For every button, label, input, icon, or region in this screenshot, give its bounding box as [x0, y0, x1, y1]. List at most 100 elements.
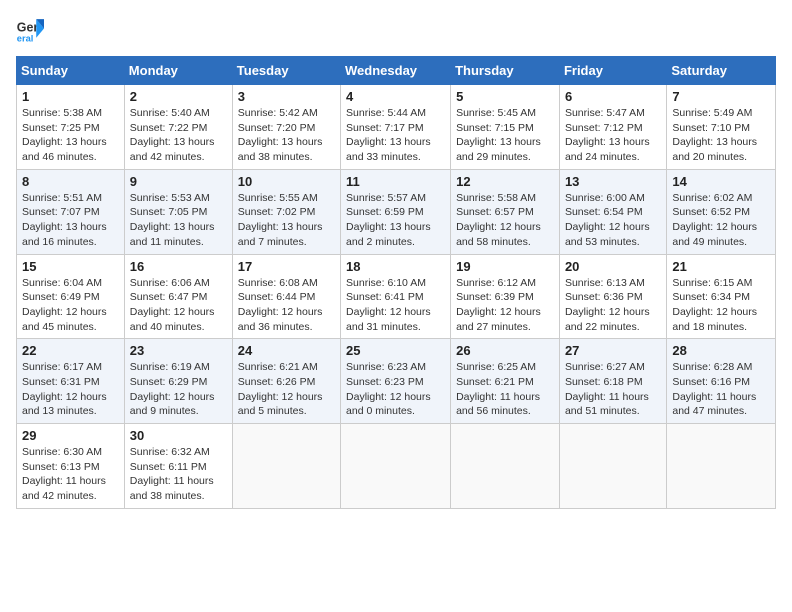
- day-number: 10: [238, 174, 335, 189]
- day-detail: Sunrise: 5:55 AM Sunset: 7:02 PM Dayligh…: [238, 191, 335, 250]
- calendar-cell: 30 Sunrise: 6:32 AM Sunset: 6:11 PM Dayli…: [124, 424, 232, 509]
- calendar-cell: 5 Sunrise: 5:45 AM Sunset: 7:15 PM Daylig…: [451, 85, 560, 170]
- day-number: 4: [346, 89, 445, 104]
- day-number: 13: [565, 174, 661, 189]
- day-number: 24: [238, 343, 335, 358]
- calendar-cell: 20Sunrise: 6:13 AM Sunset: 6:36 PM Dayli…: [559, 254, 666, 339]
- day-number: 2: [130, 89, 227, 104]
- day-detail: Sunrise: 6:30 AM Sunset: 6:13 PM Dayligh…: [22, 445, 119, 504]
- day-detail: Sunrise: 6:23 AM Sunset: 6:23 PM Dayligh…: [346, 360, 445, 419]
- day-number: 5: [456, 89, 554, 104]
- col-header-sunday: Sunday: [17, 57, 125, 85]
- calendar-cell: 14Sunrise: 6:02 AM Sunset: 6:52 PM Dayli…: [667, 169, 776, 254]
- day-detail: Sunrise: 6:04 AM Sunset: 6:49 PM Dayligh…: [22, 276, 119, 335]
- day-number: 16: [130, 259, 227, 274]
- day-number: 6: [565, 89, 661, 104]
- calendar-cell: 22Sunrise: 6:17 AM Sunset: 6:31 PM Dayli…: [17, 339, 125, 424]
- calendar-cell: 2Sunrise: 5:40 AM Sunset: 7:22 PM Daylig…: [124, 85, 232, 170]
- day-number: 28: [672, 343, 770, 358]
- day-detail: Sunrise: 6:08 AM Sunset: 6:44 PM Dayligh…: [238, 276, 335, 335]
- day-detail: Sunrise: 5:58 AM Sunset: 6:57 PM Dayligh…: [456, 191, 554, 250]
- day-number: 29: [22, 428, 119, 443]
- day-detail: Sunrise: 6:32 AM Sunset: 6:11 PM Dayligh…: [130, 445, 227, 504]
- page-header: Gen eral: [16, 16, 776, 44]
- day-number: 15: [22, 259, 119, 274]
- calendar-week-2: 8 Sunrise: 5:51 AM Sunset: 7:07 PM Daylig…: [17, 169, 776, 254]
- day-number: 17: [238, 259, 335, 274]
- day-detail: Sunrise: 5:44 AM Sunset: 7:17 PM Dayligh…: [346, 106, 445, 165]
- calendar-cell: 8 Sunrise: 5:51 AM Sunset: 7:07 PM Daylig…: [17, 169, 125, 254]
- day-detail: Sunrise: 6:21 AM Sunset: 6:26 PM Dayligh…: [238, 360, 335, 419]
- calendar-cell: 23 Sunrise: 6:19 AM Sunset: 6:29 PM Dayli…: [124, 339, 232, 424]
- calendar-cell: 4 Sunrise: 5:44 AM Sunset: 7:17 PM Daylig…: [341, 85, 451, 170]
- calendar-cell: 15 Sunrise: 6:04 AM Sunset: 6:49 PM Dayli…: [17, 254, 125, 339]
- day-number: 11: [346, 174, 445, 189]
- col-header-saturday: Saturday: [667, 57, 776, 85]
- calendar-cell: [232, 424, 340, 509]
- calendar-cell: 11 Sunrise: 5:57 AM Sunset: 6:59 PM Dayli…: [341, 169, 451, 254]
- day-number: 21: [672, 259, 770, 274]
- col-header-monday: Monday: [124, 57, 232, 85]
- day-detail: Sunrise: 5:57 AM Sunset: 6:59 PM Dayligh…: [346, 191, 445, 250]
- day-number: 7: [672, 89, 770, 104]
- calendar-cell: 16 Sunrise: 6:06 AM Sunset: 6:47 PM Dayli…: [124, 254, 232, 339]
- day-number: 1: [22, 89, 119, 104]
- calendar-cell: 21 Sunrise: 6:15 AM Sunset: 6:34 PM Dayli…: [667, 254, 776, 339]
- day-detail: Sunrise: 6:19 AM Sunset: 6:29 PM Dayligh…: [130, 360, 227, 419]
- calendar-cell: 18Sunrise: 6:10 AM Sunset: 6:41 PM Dayli…: [341, 254, 451, 339]
- day-detail: Sunrise: 5:42 AM Sunset: 7:20 PM Dayligh…: [238, 106, 335, 165]
- calendar-week-1: 1 Sunrise: 5:38 AM Sunset: 7:25 PM Daylig…: [17, 85, 776, 170]
- day-number: 30: [130, 428, 227, 443]
- day-detail: Sunrise: 5:47 AM Sunset: 7:12 PM Dayligh…: [565, 106, 661, 165]
- day-number: 8: [22, 174, 119, 189]
- calendar-cell: 26Sunrise: 6:25 AM Sunset: 6:21 PM Dayli…: [451, 339, 560, 424]
- day-detail: Sunrise: 6:28 AM Sunset: 6:16 PM Dayligh…: [672, 360, 770, 419]
- day-number: 9: [130, 174, 227, 189]
- calendar-cell: [341, 424, 451, 509]
- col-header-thursday: Thursday: [451, 57, 560, 85]
- calendar-cell: [451, 424, 560, 509]
- day-detail: Sunrise: 5:38 AM Sunset: 7:25 PM Dayligh…: [22, 106, 119, 165]
- day-detail: Sunrise: 6:17 AM Sunset: 6:31 PM Dayligh…: [22, 360, 119, 419]
- col-header-friday: Friday: [559, 57, 666, 85]
- day-detail: Sunrise: 6:10 AM Sunset: 6:41 PM Dayligh…: [346, 276, 445, 335]
- calendar-cell: 28 Sunrise: 6:28 AM Sunset: 6:16 PM Dayli…: [667, 339, 776, 424]
- calendar-cell: 9 Sunrise: 5:53 AM Sunset: 7:05 PM Daylig…: [124, 169, 232, 254]
- calendar-cell: 13 Sunrise: 6:00 AM Sunset: 6:54 PM Dayli…: [559, 169, 666, 254]
- calendar-cell: 3Sunrise: 5:42 AM Sunset: 7:20 PM Daylig…: [232, 85, 340, 170]
- calendar-week-4: 22Sunrise: 6:17 AM Sunset: 6:31 PM Dayli…: [17, 339, 776, 424]
- logo-icon: Gen eral: [16, 16, 44, 44]
- day-detail: Sunrise: 6:12 AM Sunset: 6:39 PM Dayligh…: [456, 276, 554, 335]
- calendar-cell: 1 Sunrise: 5:38 AM Sunset: 7:25 PM Daylig…: [17, 85, 125, 170]
- calendar-cell: 19 Sunrise: 6:12 AM Sunset: 6:39 PM Dayli…: [451, 254, 560, 339]
- col-header-wednesday: Wednesday: [341, 57, 451, 85]
- day-detail: Sunrise: 5:49 AM Sunset: 7:10 PM Dayligh…: [672, 106, 770, 165]
- calendar-cell: 7 Sunrise: 5:49 AM Sunset: 7:10 PM Daylig…: [667, 85, 776, 170]
- day-number: 12: [456, 174, 554, 189]
- day-detail: Sunrise: 6:02 AM Sunset: 6:52 PM Dayligh…: [672, 191, 770, 250]
- calendar-cell: 25 Sunrise: 6:23 AM Sunset: 6:23 PM Dayli…: [341, 339, 451, 424]
- day-number: 19: [456, 259, 554, 274]
- calendar-cell: [667, 424, 776, 509]
- calendar-week-3: 15 Sunrise: 6:04 AM Sunset: 6:49 PM Dayli…: [17, 254, 776, 339]
- calendar-cell: 24 Sunrise: 6:21 AM Sunset: 6:26 PM Dayli…: [232, 339, 340, 424]
- day-detail: Sunrise: 6:00 AM Sunset: 6:54 PM Dayligh…: [565, 191, 661, 250]
- day-detail: Sunrise: 5:45 AM Sunset: 7:15 PM Dayligh…: [456, 106, 554, 165]
- day-detail: Sunrise: 5:51 AM Sunset: 7:07 PM Dayligh…: [22, 191, 119, 250]
- day-number: 20: [565, 259, 661, 274]
- calendar-cell: 29 Sunrise: 6:30 AM Sunset: 6:13 PM Dayli…: [17, 424, 125, 509]
- day-number: 26: [456, 343, 554, 358]
- svg-text:eral: eral: [17, 34, 34, 44]
- day-detail: Sunrise: 6:06 AM Sunset: 6:47 PM Dayligh…: [130, 276, 227, 335]
- calendar-cell: 10 Sunrise: 5:55 AM Sunset: 7:02 PM Dayli…: [232, 169, 340, 254]
- day-number: 27: [565, 343, 661, 358]
- day-number: 25: [346, 343, 445, 358]
- calendar-table: SundayMondayTuesdayWednesdayThursdayFrid…: [16, 56, 776, 509]
- day-detail: Sunrise: 6:15 AM Sunset: 6:34 PM Dayligh…: [672, 276, 770, 335]
- day-detail: Sunrise: 6:27 AM Sunset: 6:18 PM Dayligh…: [565, 360, 661, 419]
- calendar-cell: 6 Sunrise: 5:47 AM Sunset: 7:12 PM Daylig…: [559, 85, 666, 170]
- calendar-cell: 27 Sunrise: 6:27 AM Sunset: 6:18 PM Dayli…: [559, 339, 666, 424]
- day-detail: Sunrise: 5:53 AM Sunset: 7:05 PM Dayligh…: [130, 191, 227, 250]
- day-number: 23: [130, 343, 227, 358]
- logo: Gen eral: [16, 16, 48, 44]
